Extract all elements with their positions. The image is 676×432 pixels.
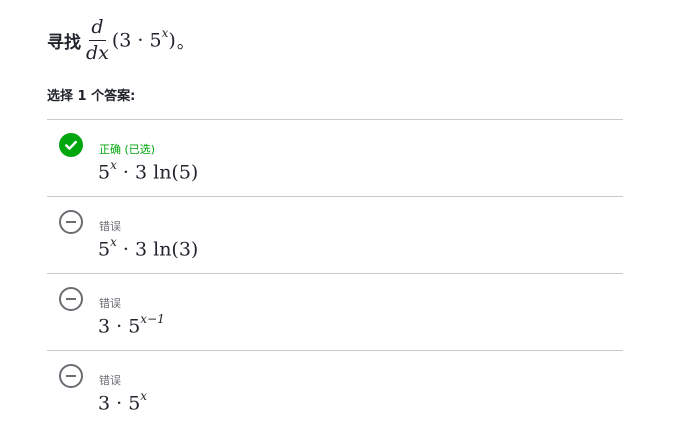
fraction-denominator: dx xyxy=(86,41,109,64)
answer-choices: 正确 (已选) 5x · 3 ln(5) 错误 5x · 3 ln(3) 错误 … xyxy=(47,119,623,428)
formula-base: 5 xyxy=(98,161,111,184)
question-expression: (3 · 5x) xyxy=(111,26,176,52)
question-prefix: 寻找 xyxy=(47,32,81,53)
choice-formula: 3 · 5x−1 xyxy=(98,312,165,338)
answer-instruction: 选择 1 个答案: xyxy=(47,89,136,104)
formula-base: 5 xyxy=(98,238,111,261)
question-prompt: 寻找 d dx (3 · 5x) 。 xyxy=(47,12,194,68)
choice-status: 错误 xyxy=(99,297,121,310)
choice-formula: 5x · 3 ln(5) xyxy=(98,158,199,184)
formula-base: 3 · 5 xyxy=(98,315,141,338)
choice-4[interactable]: 错误 3 · 5x xyxy=(47,351,623,428)
minus-circle-icon xyxy=(59,287,83,311)
choice-1[interactable]: 正确 (已选) 5x · 3 ln(5) xyxy=(47,120,623,197)
formula-rest: · 3 ln(3) xyxy=(116,238,199,261)
fraction-numerator: d xyxy=(89,16,106,41)
choice-2[interactable]: 错误 5x · 3 ln(3) xyxy=(47,197,623,274)
choice-status: 错误 xyxy=(99,220,121,233)
check-circle-icon xyxy=(59,133,83,157)
choice-status: 错误 xyxy=(99,374,121,387)
choice-formula: 3 · 5x xyxy=(98,389,148,415)
formula-exponent: x xyxy=(140,389,148,403)
formula-exponent: x xyxy=(110,158,117,172)
expression-base: (3 · 5 xyxy=(111,29,162,52)
formula-rest: · 3 ln(5) xyxy=(116,161,199,184)
formula-exponent: x xyxy=(110,235,117,249)
question-suffix: 。 xyxy=(176,32,194,53)
expression-exponent: x xyxy=(161,26,169,41)
choice-status: 正确 (已选) xyxy=(99,143,156,156)
minus-circle-icon xyxy=(59,364,83,388)
formula-exponent: x−1 xyxy=(140,312,165,326)
formula-base: 3 · 5 xyxy=(98,392,141,415)
choice-formula: 5x · 3 ln(3) xyxy=(98,235,199,261)
minus-circle-icon xyxy=(59,210,83,234)
choice-3[interactable]: 错误 3 · 5x−1 xyxy=(47,274,623,351)
expression-close: ) xyxy=(168,29,176,52)
derivative-fraction: d dx xyxy=(86,16,109,64)
